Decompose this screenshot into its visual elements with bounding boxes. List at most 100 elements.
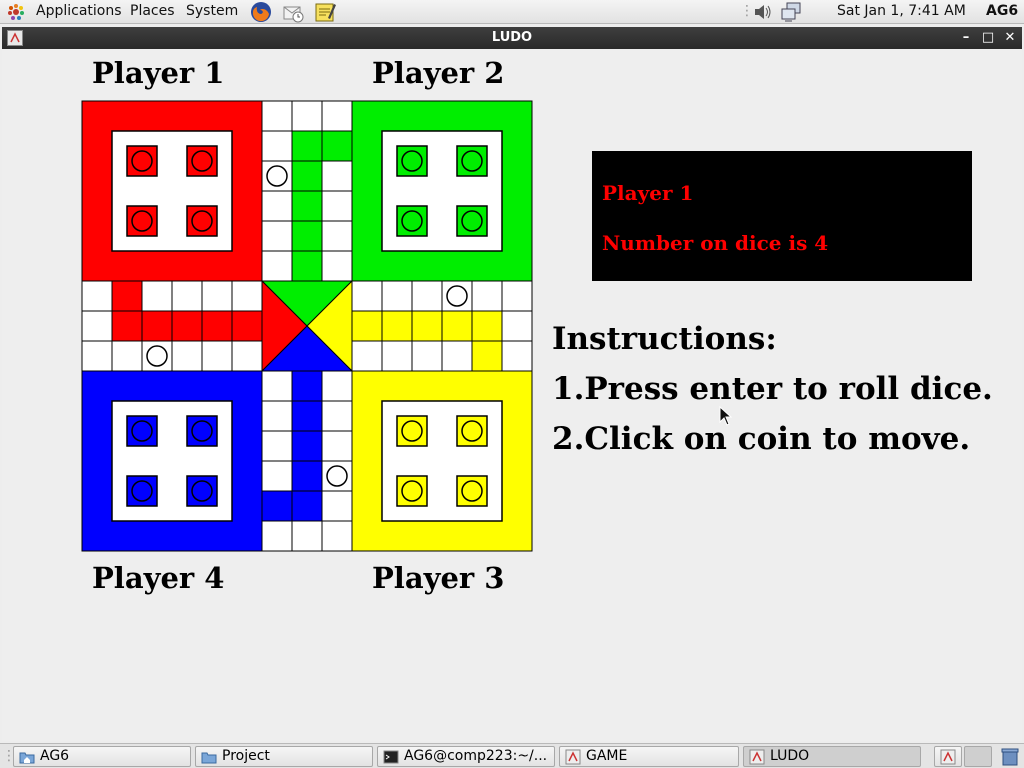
board-cell bbox=[321, 400, 353, 432]
board-cell bbox=[291, 370, 323, 402]
board-cell bbox=[501, 310, 533, 342]
board-cell bbox=[321, 160, 353, 192]
board-cell bbox=[231, 340, 263, 372]
board-cell bbox=[381, 280, 413, 312]
board-cell bbox=[261, 130, 293, 162]
board-cell bbox=[171, 340, 203, 372]
board-cell bbox=[261, 490, 293, 522]
board-cell bbox=[231, 310, 263, 342]
java-app-icon bbox=[940, 749, 956, 765]
player-4-label: Player 4 bbox=[92, 561, 225, 595]
board-cell bbox=[321, 490, 353, 522]
board-cell bbox=[321, 220, 353, 252]
board-cell bbox=[81, 310, 113, 342]
red-coin bbox=[131, 150, 153, 172]
taskbar: ⋮ AG6 Project AG6@comp223:~/... GAME LUD… bbox=[0, 743, 1024, 768]
board-cell bbox=[471, 310, 503, 342]
blue-coin bbox=[131, 420, 153, 442]
top-panel: Applications Places System ⋮ Sat Jan 1, … bbox=[0, 0, 1024, 24]
board-cell bbox=[261, 520, 293, 552]
gnome-foot-icon[interactable] bbox=[6, 2, 26, 22]
safe-spot-marker bbox=[446, 285, 468, 307]
board-cell bbox=[261, 250, 293, 282]
board-cell bbox=[471, 280, 503, 312]
workspace-1-button[interactable] bbox=[934, 746, 962, 767]
board-cell bbox=[351, 280, 383, 312]
taskbar-item-game[interactable]: GAME bbox=[559, 746, 739, 767]
board-cell bbox=[81, 280, 113, 312]
taskbar-item-project[interactable]: Project bbox=[195, 746, 373, 767]
volume-icon[interactable] bbox=[752, 1, 774, 23]
board-cell bbox=[381, 310, 413, 342]
green-coin bbox=[401, 210, 423, 232]
board-cell bbox=[321, 100, 353, 132]
board-cell bbox=[261, 460, 293, 492]
yellow-coin bbox=[401, 420, 423, 442]
board-cell bbox=[291, 430, 323, 462]
board-cell bbox=[351, 310, 383, 342]
red-coin bbox=[191, 150, 213, 172]
red-coin bbox=[131, 210, 153, 232]
board-cell bbox=[201, 340, 233, 372]
taskbar-item-terminal[interactable]: AG6@comp223:~/... bbox=[377, 746, 555, 767]
green-coin bbox=[461, 150, 483, 172]
player-2-label: Player 2 bbox=[372, 56, 505, 90]
board-cell bbox=[201, 280, 233, 312]
board-cell bbox=[321, 130, 353, 162]
places-menu[interactable]: Places bbox=[130, 3, 175, 19]
mail-clock-icon[interactable] bbox=[282, 1, 304, 23]
network-icon[interactable] bbox=[780, 1, 802, 23]
board-cell bbox=[111, 280, 143, 312]
taskbar-item-ludo[interactable]: LUDO bbox=[743, 746, 921, 767]
board-cell bbox=[291, 190, 323, 222]
minimize-button[interactable]: – bbox=[957, 29, 975, 47]
board-cell bbox=[381, 340, 413, 372]
instructions-heading: Instructions: bbox=[552, 321, 777, 357]
board-cell bbox=[351, 340, 383, 372]
board-cell bbox=[441, 340, 473, 372]
board-cell bbox=[261, 100, 293, 132]
green-coin bbox=[401, 150, 423, 172]
yellow-coin bbox=[461, 420, 483, 442]
system-menu[interactable]: System bbox=[186, 3, 238, 19]
workspace-2-button[interactable] bbox=[964, 746, 992, 767]
board-cell bbox=[321, 430, 353, 462]
board-cell bbox=[321, 520, 353, 552]
yellow-coin bbox=[461, 480, 483, 502]
green-coin bbox=[461, 210, 483, 232]
board-cell bbox=[291, 250, 323, 282]
board-cell bbox=[261, 400, 293, 432]
board-cell bbox=[291, 160, 323, 192]
board-cell bbox=[141, 280, 173, 312]
clock[interactable]: Sat Jan 1, 7:41 AM bbox=[837, 3, 966, 19]
trash-icon[interactable] bbox=[1000, 747, 1020, 766]
taskbar-item-ag6[interactable]: AG6 bbox=[13, 746, 191, 767]
applications-menu[interactable]: Applications bbox=[36, 3, 122, 19]
dice-value-text: Number on dice is 4 bbox=[602, 231, 829, 255]
board-cell bbox=[321, 370, 353, 402]
ludo-board[interactable] bbox=[81, 100, 533, 552]
board-cell bbox=[261, 190, 293, 222]
board-cell bbox=[321, 250, 353, 282]
close-button[interactable]: ✕ bbox=[1001, 29, 1019, 47]
board-cell bbox=[81, 340, 113, 372]
player-3-label: Player 3 bbox=[372, 561, 505, 595]
firefox-icon[interactable] bbox=[250, 1, 272, 23]
board-cell bbox=[501, 340, 533, 372]
window-title-bar[interactable]: LUDO – □ ✕ bbox=[2, 27, 1022, 49]
text-editor-icon[interactable] bbox=[314, 1, 336, 23]
board-cell bbox=[261, 430, 293, 462]
red-coin bbox=[191, 210, 213, 232]
board-cell bbox=[411, 280, 443, 312]
folder-home-icon bbox=[19, 752, 35, 764]
terminal-icon bbox=[383, 750, 399, 764]
board-cell bbox=[291, 520, 323, 552]
user-menu[interactable]: AG6 bbox=[986, 3, 1018, 19]
current-player-text: Player 1 bbox=[602, 181, 694, 205]
maximize-button[interactable]: □ bbox=[979, 29, 997, 47]
blue-coin bbox=[191, 480, 213, 502]
board-cell bbox=[411, 310, 443, 342]
board-cell bbox=[111, 340, 143, 372]
folder-icon bbox=[201, 752, 217, 764]
java-app-icon bbox=[565, 749, 581, 765]
